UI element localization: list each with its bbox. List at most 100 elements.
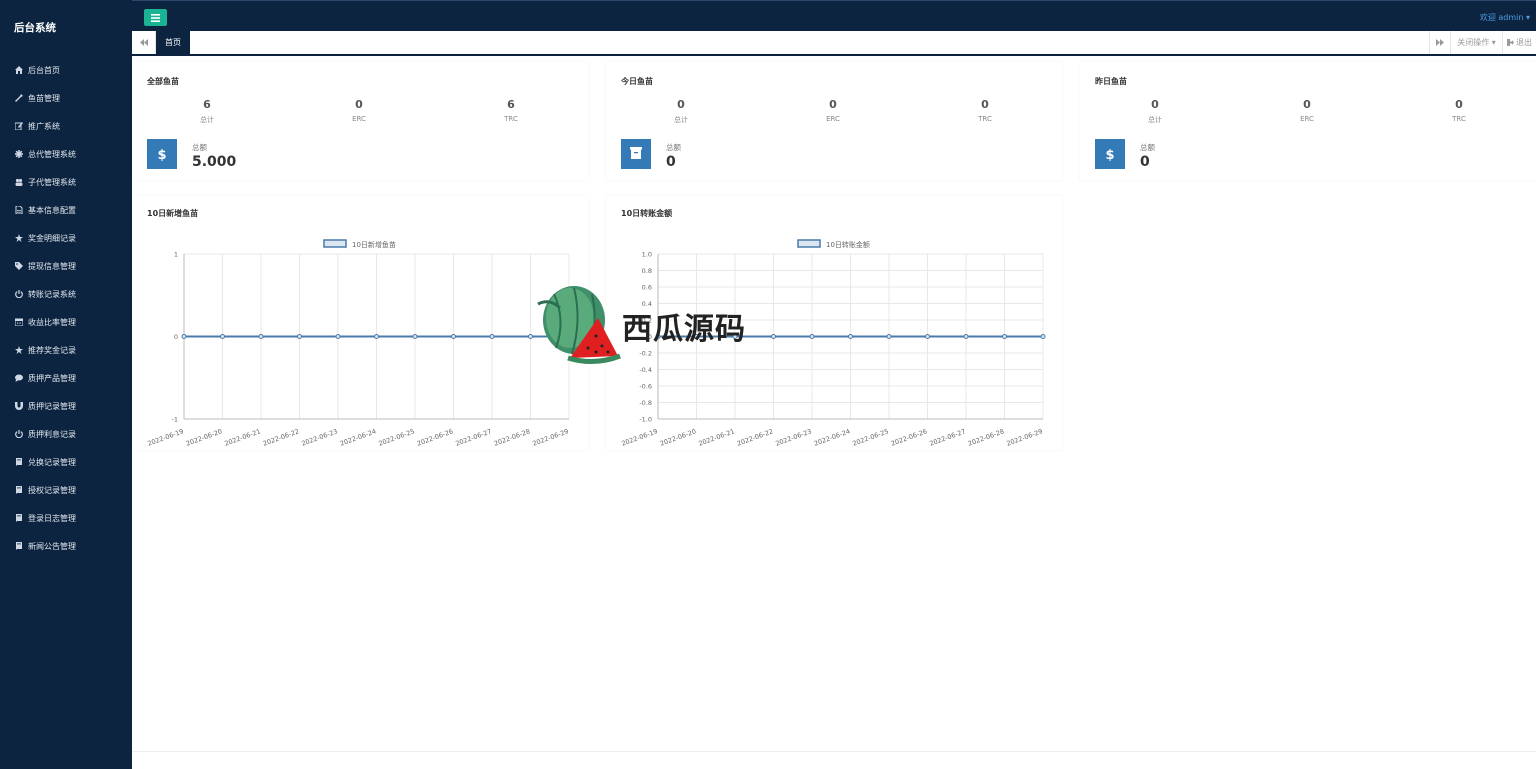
sidebar-item-5[interactable]: 基本信息配置	[0, 196, 132, 224]
sidebar-item-4[interactable]: 子代管理系统	[0, 168, 132, 196]
dollar-icon: $	[147, 139, 177, 169]
stat-value: 0	[829, 98, 837, 111]
tab-scroll-right-button[interactable]	[1429, 31, 1449, 54]
sidebar-item-15[interactable]: 授权记录管理	[0, 476, 132, 504]
sidebar-item-label: 新闻公告管理	[28, 541, 76, 551]
sidebar-item-2[interactable]: 推广系统	[0, 112, 132, 140]
x-tick-label: 2022-06-23	[300, 427, 338, 447]
backward-icon	[139, 39, 148, 46]
x-tick-label: 2022-06-21	[223, 427, 261, 447]
y-tick-label: 0	[174, 333, 178, 341]
stat-item: 6 总计	[157, 98, 257, 125]
x-tick-label: 2022-06-28	[493, 427, 531, 447]
comment-icon	[14, 374, 23, 383]
svg-text:$: $	[1105, 148, 1114, 161]
y-tick-label: 0.8	[642, 267, 652, 275]
sidebar-item-3[interactable]: 总代管理系统	[0, 140, 132, 168]
sidebar-item-1[interactable]: 鱼苗管理	[0, 84, 132, 112]
home-icon	[14, 66, 23, 75]
sidebar-item-7[interactable]: 提现信息管理	[0, 252, 132, 280]
sidebar-item-label: 奖金明细记录	[28, 233, 76, 243]
x-tick-label: 2022-06-19	[620, 427, 658, 447]
data-point	[297, 334, 302, 339]
star-icon	[14, 346, 23, 355]
y-tick-label: -0.4	[639, 366, 652, 374]
x-tick-label: 2022-06-22	[262, 427, 300, 447]
sidebar-item-10[interactable]: 推荐奖金记录	[0, 336, 132, 364]
stat-value: 6	[203, 98, 211, 111]
watermark-text: 西瓜源码	[622, 312, 746, 347]
sidebar-item-label: 基本信息配置	[28, 205, 76, 215]
book-icon	[14, 486, 23, 495]
total-label: 总额	[192, 143, 207, 152]
topbar: 欢迎 admin ▾	[132, 0, 1536, 31]
line-chart-new-fish: 10日新增鱼苗10-12022-06-19 2022-06-20 2022-06-2…	[146, 239, 572, 448]
sidebar-item-9[interactable]: 收益比率管理	[0, 308, 132, 336]
x-tick-label: 2022-06-25	[851, 427, 889, 447]
stat-panel-0: 全部鱼苗 6 总计 0 ERC 6 TRC $ 总额 5.000	[132, 62, 588, 180]
legend-label: 10日转账金额	[826, 240, 870, 249]
close-tabs-dropdown[interactable]: 关闭操作 ▾	[1450, 31, 1502, 54]
sidebar-item-13[interactable]: 质押利息记录	[0, 420, 132, 448]
stat-label: TRC	[978, 115, 992, 123]
x-tick-label: 2022-06-27	[454, 427, 492, 447]
x-tick-label: 2022-06-24	[813, 427, 851, 447]
sidebar-item-12[interactable]: 质押记录管理	[0, 392, 132, 420]
sidebar-item-label: 推荐奖金记录	[28, 345, 76, 355]
stat-label: ERC	[352, 115, 366, 123]
book-icon	[14, 542, 23, 551]
data-point	[809, 334, 815, 339]
dollar-icon: $	[1095, 139, 1125, 169]
x-tick-label: 2022-06-20	[659, 427, 697, 447]
x-tick-label: 2022-06-22	[736, 427, 774, 447]
edit-icon	[14, 122, 23, 131]
sidebar-item-16[interactable]: 登录日志管理	[0, 504, 132, 532]
file-icon	[14, 206, 23, 215]
data-point	[220, 334, 225, 339]
sidebar-item-17[interactable]: 新闻公告管理	[0, 532, 132, 560]
x-tick-label: 2022-06-21	[697, 427, 735, 447]
x-tick-label: 2022-06-19	[146, 427, 184, 447]
panel-title: 昨日鱼苗	[1095, 77, 1127, 86]
stat-value: 0	[1151, 98, 1159, 111]
hamburger-icon	[151, 13, 160, 22]
sidebar-item-11[interactable]: 质押产品管理	[0, 364, 132, 392]
watermelon-icon	[537, 286, 621, 364]
data-point	[771, 334, 776, 339]
x-tick-label: 2022-06-27	[928, 427, 966, 447]
menu-toggle-button[interactable]	[144, 9, 167, 26]
power-icon	[14, 290, 23, 299]
sidebar-item-label: 鱼苗管理	[28, 93, 60, 103]
stat-item: 0 ERC	[1257, 98, 1357, 123]
stat-value: 0	[1455, 98, 1463, 111]
user-welcome-dropdown[interactable]: 欢迎 admin ▾	[1480, 12, 1530, 23]
legend-swatch	[323, 239, 347, 248]
stat-item: 6 TRC	[461, 98, 561, 123]
y-tick-label: 1.0	[642, 251, 652, 259]
stat-label: 总计	[674, 116, 688, 124]
stat-value: 6	[507, 98, 515, 111]
y-tick-label: 1	[174, 251, 178, 259]
x-tick-label: 2022-06-20	[185, 427, 223, 447]
tab-scroll-left-button[interactable]	[132, 31, 156, 54]
sidebar-item-0[interactable]: 后台首页	[0, 56, 132, 84]
y-tick-label: -0.8	[639, 399, 652, 407]
sidebar-item-label: 提现信息管理	[28, 261, 76, 271]
sidebar-item-label: 质押利息记录	[28, 429, 76, 439]
sidebar-item-14[interactable]: 兑换记录管理	[0, 448, 132, 476]
legend-swatch	[797, 239, 821, 248]
sidebar-item-6[interactable]: 奖金明细记录	[0, 224, 132, 252]
total-label: 总额	[1140, 143, 1155, 152]
y-tick-label: -0.6	[639, 383, 652, 391]
archive-icon	[621, 139, 651, 169]
total-label: 总额	[666, 143, 681, 152]
x-tick-label: 2022-06-25	[377, 427, 415, 447]
sidebar-item-8[interactable]: 转账记录系统	[0, 280, 132, 308]
sidebar-item-label: 授权记录管理	[28, 485, 76, 495]
x-tick-label: 2022-06-23	[774, 427, 812, 447]
logout-button[interactable]: 退出	[1502, 31, 1536, 54]
total-value: 5.000	[192, 154, 237, 170]
total-value: 0	[1140, 154, 1150, 170]
tab-home[interactable]: 首页	[156, 31, 190, 54]
panel-title: 全部鱼苗	[147, 77, 179, 86]
